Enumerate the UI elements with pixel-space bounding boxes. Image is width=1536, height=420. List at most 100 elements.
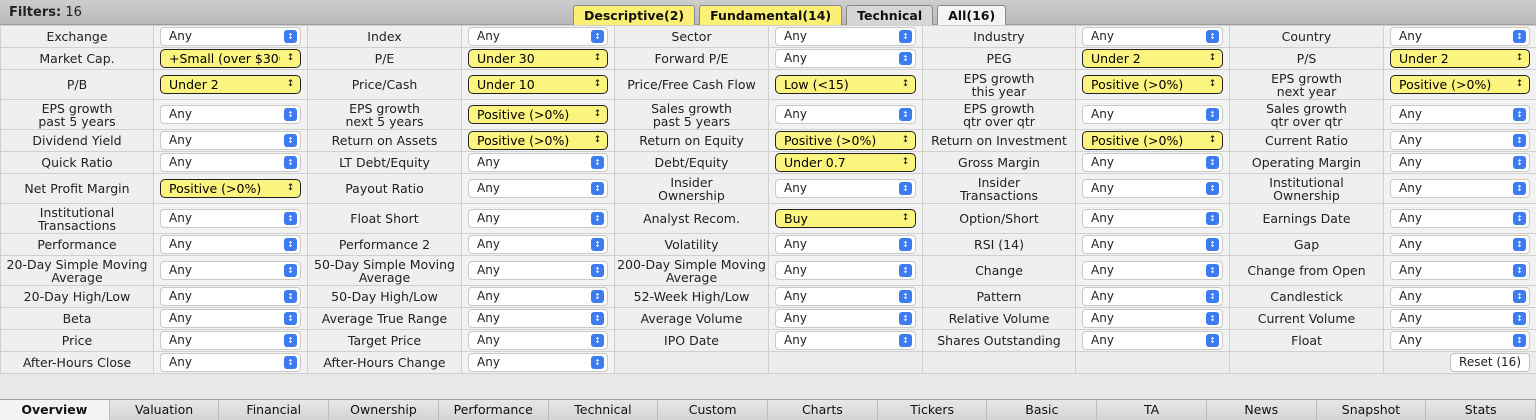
tab-descriptive-2[interactable]: Descriptive(2): [573, 5, 696, 25]
filter-select-return-on-equity[interactable]: Positive (>0%) ↕: [775, 131, 916, 150]
filter-select-sales-growth-qtr-over-qtr[interactable]: Any ↕: [1390, 105, 1530, 124]
filter-select-institutional-transactions[interactable]: Any ↕: [160, 209, 301, 228]
filter-select-target-price[interactable]: Any ↕: [468, 331, 608, 350]
filter-select-ipo-date[interactable]: Any ↕: [775, 331, 916, 350]
filter-select-industry[interactable]: Any ↕: [1082, 27, 1223, 46]
filter-select-p-b[interactable]: Under 2 ↕: [160, 75, 301, 94]
view-tab-overview[interactable]: Overview: [0, 400, 110, 420]
filter-select-rsi-14[interactable]: Any ↕: [1082, 235, 1223, 254]
view-tab-basic[interactable]: Basic: [987, 400, 1098, 420]
view-tab-performance[interactable]: Performance: [438, 400, 549, 420]
filter-select-price-cash[interactable]: Under 10 ↕: [468, 75, 608, 94]
chevron-updown-icon: ↕: [1513, 212, 1526, 225]
filter-select-quick-ratio[interactable]: Any ↕: [160, 153, 301, 172]
tab-all-16[interactable]: All(16): [937, 5, 1007, 25]
view-tab-financial[interactable]: Financial: [219, 400, 330, 420]
filter-value: Any: [784, 289, 807, 303]
filter-select-average-volume[interactable]: Any ↕: [775, 309, 916, 328]
filter-select-current-volume[interactable]: Any ↕: [1390, 309, 1530, 328]
filter-select-20-day-high-low[interactable]: Any ↕: [160, 287, 301, 306]
filter-select-analyst-recom[interactable]: Buy ↕: [775, 209, 916, 228]
filter-select-insider-transactions[interactable]: Any ↕: [1082, 179, 1223, 198]
filter-select-option-short[interactable]: Any ↕: [1082, 209, 1223, 228]
chevron-updown-icon: ↕: [1206, 108, 1219, 121]
view-tab-stats[interactable]: Stats: [1426, 400, 1536, 420]
view-tab-charts[interactable]: Charts: [768, 400, 878, 420]
filter-select-after-hours-change[interactable]: Any ↕: [468, 353, 608, 372]
filter-select-change-from-open[interactable]: Any ↕: [1390, 261, 1530, 280]
filter-select-p-e[interactable]: Under 30 ↕: [468, 49, 608, 68]
filter-select-peg[interactable]: Under 2 ↕: [1082, 49, 1223, 68]
filter-select-index[interactable]: Any ↕: [468, 27, 608, 46]
filter-select-payout-ratio[interactable]: Any ↕: [468, 179, 608, 198]
view-tab-valuation[interactable]: Valuation: [109, 400, 220, 420]
view-tab-tickers[interactable]: Tickers: [877, 400, 988, 420]
filter-value: Any: [169, 107, 192, 121]
filter-select-sales-growth-past-5-years[interactable]: Any ↕: [775, 105, 916, 124]
filter-cell-exchange: Any ↕: [153, 25, 308, 48]
filter-select-dividend-yield[interactable]: Any ↕: [160, 131, 301, 150]
filter-select-eps-growth-past-5-years[interactable]: Any ↕: [160, 105, 301, 124]
filter-select-20-day-simple-moving-average[interactable]: Any ↕: [160, 261, 301, 280]
filter-select-forward-p-e[interactable]: Any ↕: [775, 49, 916, 68]
filter-select-exchange[interactable]: Any ↕: [160, 27, 301, 46]
view-tab-snapshot[interactable]: Snapshot: [1316, 400, 1427, 420]
filter-select-average-true-range[interactable]: Any ↕: [468, 309, 608, 328]
filter-select-institutional-ownership[interactable]: Any ↕: [1390, 179, 1530, 198]
filter-select-current-ratio[interactable]: Any ↕: [1390, 131, 1530, 150]
filter-select-52-week-high-low[interactable]: Any ↕: [775, 287, 916, 306]
filter-select-gap[interactable]: Any ↕: [1390, 235, 1530, 254]
filter-select-relative-volume[interactable]: Any ↕: [1082, 309, 1223, 328]
filter-select-pattern[interactable]: Any ↕: [1082, 287, 1223, 306]
filter-select-return-on-investment[interactable]: Positive (>0%) ↕: [1082, 131, 1223, 150]
filter-select-50-day-simple-moving-average[interactable]: Any ↕: [468, 261, 608, 280]
chevron-updown-icon: ↕: [1206, 182, 1219, 195]
filter-row: Price Any ↕ Target Price Any ↕ IPO Date Any ↕ Sha…: [0, 329, 1536, 352]
filter-select-performance[interactable]: Any ↕: [160, 235, 301, 254]
filter-select-price[interactable]: Any ↕: [160, 331, 301, 350]
view-tab-custom[interactable]: Custom: [658, 400, 769, 420]
filter-value: Any: [1399, 311, 1422, 325]
filter-select-float[interactable]: Any ↕: [1390, 331, 1530, 350]
filter-select-eps-growth-next-year[interactable]: Positive (>0%) ↕: [1390, 75, 1530, 94]
filter-select-candlestick[interactable]: Any ↕: [1390, 287, 1530, 306]
filter-select-operating-margin[interactable]: Any ↕: [1390, 153, 1530, 172]
filter-select-after-hours-close[interactable]: Any ↕: [160, 353, 301, 372]
filter-value: Any: [1091, 29, 1114, 43]
view-tab-ta[interactable]: TA: [1097, 400, 1207, 420]
filter-select-price-free-cash-flow[interactable]: Low (<15) ↕: [775, 75, 916, 94]
filter-select-200-day-simple-moving-average[interactable]: Any ↕: [775, 261, 916, 280]
filter-select-net-profit-margin[interactable]: Positive (>0%) ↕: [160, 179, 301, 198]
filter-select-lt-debt-equity[interactable]: Any ↕: [468, 153, 608, 172]
filter-select-market-cap[interactable]: +Small (over $300mln) ↕: [160, 49, 301, 68]
filter-select-performance-2[interactable]: Any ↕: [468, 235, 608, 254]
filter-select-eps-growth-qtr-over-qtr[interactable]: Any ↕: [1082, 105, 1223, 124]
filter-select-eps-growth-next-5-years[interactable]: Positive (>0%) ↕: [468, 105, 608, 124]
chevron-updown-icon: ↕: [899, 290, 912, 303]
view-tab-news[interactable]: News: [1206, 400, 1317, 420]
view-tab-ownership[interactable]: Ownership: [329, 400, 439, 420]
filter-select-change[interactable]: Any ↕: [1082, 261, 1223, 280]
filter-select-50-day-high-low[interactable]: Any ↕: [468, 287, 608, 306]
filter-select-shares-outstanding[interactable]: Any ↕: [1082, 331, 1223, 350]
filter-select-float-short[interactable]: Any ↕: [468, 209, 608, 228]
tab-fundamental-14[interactable]: Fundamental(14): [699, 5, 843, 25]
filter-value: Any: [1091, 263, 1114, 277]
filter-select-gross-margin[interactable]: Any ↕: [1082, 153, 1223, 172]
filter-select-eps-growth-this-year[interactable]: Positive (>0%) ↕: [1082, 75, 1223, 94]
filter-cell-gap: Any ↕: [1383, 233, 1536, 256]
filter-label-ipo-date: IPO Date: [614, 329, 769, 352]
filter-select-debt-equity[interactable]: Under 0.7 ↕: [775, 153, 916, 172]
filter-select-p-s[interactable]: Under 2 ↕: [1390, 49, 1530, 68]
filter-select-sector[interactable]: Any ↕: [775, 27, 916, 46]
chevron-updown-icon: ↕: [1513, 290, 1526, 303]
reset-filters-button[interactable]: Reset (16): [1450, 353, 1530, 372]
filter-select-return-on-assets[interactable]: Positive (>0%) ↕: [468, 131, 608, 150]
tab-technical[interactable]: Technical: [846, 5, 934, 25]
filter-select-country[interactable]: Any ↕: [1390, 27, 1530, 46]
filter-select-insider-ownership[interactable]: Any ↕: [775, 179, 916, 198]
filter-select-volatility[interactable]: Any ↕: [775, 235, 916, 254]
filter-select-earnings-date[interactable]: Any ↕: [1390, 209, 1530, 228]
view-tab-technical[interactable]: Technical: [548, 400, 659, 420]
filter-select-beta[interactable]: Any ↕: [160, 309, 301, 328]
